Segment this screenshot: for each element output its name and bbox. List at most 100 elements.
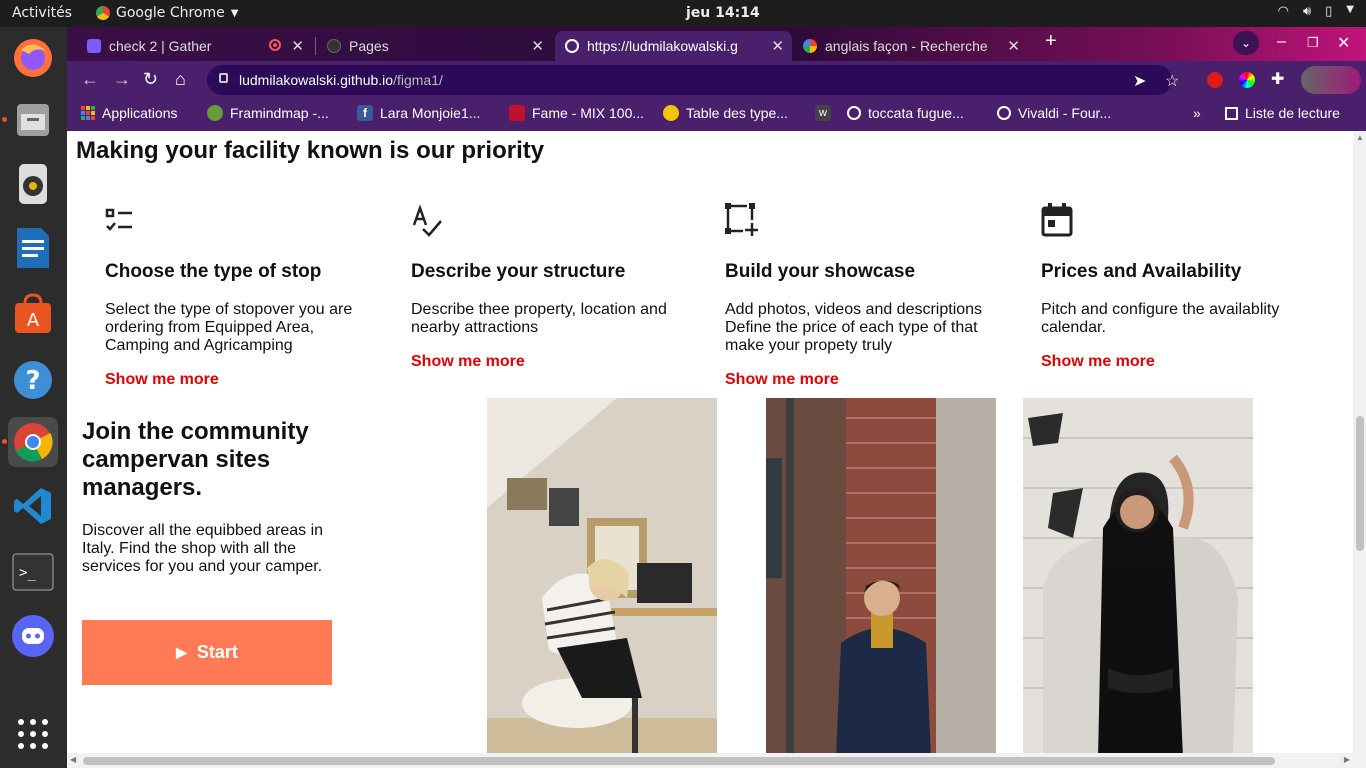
system-tray[interactable]: ◠ 🔊︎ ▯ ▼: [1278, 4, 1354, 19]
close-icon[interactable]: ✕: [771, 37, 784, 55]
tab-ludmila[interactable]: https://ludmilakowalski.g ✕: [555, 31, 792, 61]
close-icon[interactable]: ✕: [531, 37, 544, 55]
bookmark-w[interactable]: w: [815, 105, 831, 121]
google-icon: [803, 39, 817, 53]
close-icon[interactable]: ✕: [291, 37, 304, 55]
star-icon[interactable]: ☆: [1165, 71, 1179, 91]
app-name: Google Chrome: [116, 5, 225, 21]
vscode-icon[interactable]: [8, 481, 58, 531]
show-more-link[interactable]: Show me more: [105, 371, 375, 389]
tab-label: https://ludmilakowalski.g: [587, 38, 738, 54]
facebook-icon: f: [357, 105, 373, 121]
software-icon[interactable]: A: [8, 289, 58, 339]
chevron-down-icon: ▼: [230, 7, 239, 19]
chevron-down-icon: ▼: [1346, 4, 1354, 15]
extension-color-icon[interactable]: [1239, 72, 1255, 88]
horizontal-scroll-thumb[interactable]: [83, 757, 1275, 765]
bookmark-label: Lara Monjoie1...: [380, 105, 481, 121]
spellcheck-icon: [411, 201, 681, 241]
photo-man-brick-wall: [766, 398, 996, 753]
show-more-link[interactable]: Show me more: [411, 353, 681, 371]
bookmarks-bar: Applications Framindmap -... f Lara Monj…: [67, 99, 1366, 131]
feature-text: Pitch and configure the availablity cale…: [1041, 301, 1280, 336]
bookmark-label: Framindmap -...: [230, 105, 329, 121]
app-menu[interactable]: Google Chrome ▼: [96, 5, 238, 21]
files-icon[interactable]: [2, 95, 58, 145]
vertical-scrollbar[interactable]: ▲: [1353, 131, 1366, 753]
tab-label: anglais façon - Recherche: [825, 38, 988, 54]
calendar-icon: [1041, 201, 1311, 241]
dock: A ? >_: [0, 27, 67, 768]
reading-list-button[interactable]: Liste de lecture: [1225, 105, 1340, 121]
start-label: Start: [196, 642, 238, 662]
volume-icon: 🔊︎: [1302, 4, 1312, 19]
bookmark-framindmap[interactable]: Framindmap -...: [207, 105, 329, 121]
table-icon: [663, 105, 679, 121]
svg-text:>_: >_: [19, 565, 36, 581]
rhythmbox-icon[interactable]: [8, 159, 58, 209]
wifi-icon: ◠: [1277, 4, 1289, 19]
address-bar[interactable]: ludmilakowalski.github.io/figma1/ ➤ ☆: [207, 65, 1179, 95]
home-button[interactable]: ⌂: [175, 69, 186, 90]
firefox-icon[interactable]: [8, 33, 58, 83]
tab-anglais[interactable]: anglais façon - Recherche ✕: [793, 31, 1028, 61]
bookmark-toccata[interactable]: toccata fugue...: [847, 105, 964, 121]
app-grid-icon[interactable]: [8, 709, 58, 759]
minimize-button[interactable]: –: [1277, 33, 1286, 51]
gnome-top-bar: Activités Google Chrome ▼ jeu 14:14 ◠ 🔊︎…: [0, 0, 1366, 27]
globe-icon: [565, 39, 579, 53]
back-button[interactable]: ←: [81, 69, 99, 90]
bookmark-applications[interactable]: Applications: [81, 105, 178, 121]
help-icon[interactable]: ?: [8, 355, 58, 405]
apps-grid-icon: [81, 106, 95, 120]
scroll-left-icon[interactable]: ◀: [70, 755, 76, 764]
add-frame-icon: [725, 201, 995, 241]
scroll-up-icon[interactable]: ▲: [1356, 133, 1364, 142]
bookmark-vivaldi[interactable]: Vivaldi - Four...: [997, 105, 1111, 121]
bookmark-table[interactable]: Table des type...: [663, 105, 788, 121]
bookmark-label: toccata fugue...: [868, 105, 964, 121]
chrome-small-icon: [96, 6, 110, 20]
restore-button[interactable]: ❐: [1307, 35, 1319, 51]
chrome-icon[interactable]: [2, 417, 58, 467]
horizontal-scrollbar[interactable]: ◀ ▶: [67, 753, 1366, 768]
show-more-link[interactable]: Show me more: [1041, 353, 1311, 371]
send-icon[interactable]: ➤: [1133, 71, 1146, 91]
url-host: ludmilakowalski.github.io: [239, 72, 394, 88]
discord-icon[interactable]: [8, 611, 58, 661]
feature-title: Build your showcase: [725, 261, 916, 282]
more-bookmarks-button[interactable]: »: [1193, 105, 1201, 121]
tab-search-button[interactable]: ⌄: [1233, 31, 1259, 55]
scroll-right-icon[interactable]: ▶: [1344, 755, 1350, 764]
new-tab-button[interactable]: +: [1045, 30, 1057, 53]
bookmark-label: Table des type...: [686, 105, 788, 121]
bookmark-facebook[interactable]: f Lara Monjoie1...: [357, 105, 480, 121]
vertical-scroll-thumb[interactable]: [1356, 416, 1364, 551]
reading-list-label: Liste de lecture: [1245, 105, 1340, 121]
close-icon[interactable]: ✕: [1007, 37, 1020, 55]
tab-pages[interactable]: Pages ✕: [317, 31, 552, 61]
feature-card: Prices and Availability Pitch and config…: [1041, 201, 1311, 371]
tab-gather[interactable]: check 2 | Gather ✕: [77, 31, 312, 61]
close-window-button[interactable]: ✕: [1337, 33, 1350, 53]
start-button[interactable]: ▶ Start: [82, 620, 332, 685]
reload-button[interactable]: ↻: [143, 69, 158, 90]
lock-icon: [219, 73, 228, 83]
clock[interactable]: jeu 14:14: [686, 5, 760, 21]
bookmark-label: Fame - MIX 100...: [532, 105, 645, 121]
writer-icon[interactable]: [8, 223, 58, 273]
extension-red-icon[interactable]: [1207, 72, 1223, 88]
url-path: /figma1/: [393, 72, 443, 88]
avatar[interactable]: [1301, 66, 1361, 94]
page-viewport: Making your facility known is our priori…: [67, 131, 1353, 753]
browser-toolbar: ← → ↻ ⌂ ludmilakowalski.github.io/figma1…: [67, 61, 1366, 99]
terminal-icon[interactable]: >_: [8, 547, 58, 597]
show-more-link[interactable]: Show me more: [725, 371, 995, 389]
tab-label: check 2 | Gather: [109, 38, 212, 54]
battery-icon: ▯: [1325, 4, 1333, 19]
activities-button[interactable]: Activités: [12, 5, 72, 21]
bookmark-fame[interactable]: Fame - MIX 100...: [509, 105, 644, 121]
puzzle-icon[interactable]: ✚: [1271, 69, 1284, 89]
forward-button[interactable]: →: [113, 69, 131, 90]
feature-card: Describe your structure Describe thee pr…: [411, 201, 681, 371]
